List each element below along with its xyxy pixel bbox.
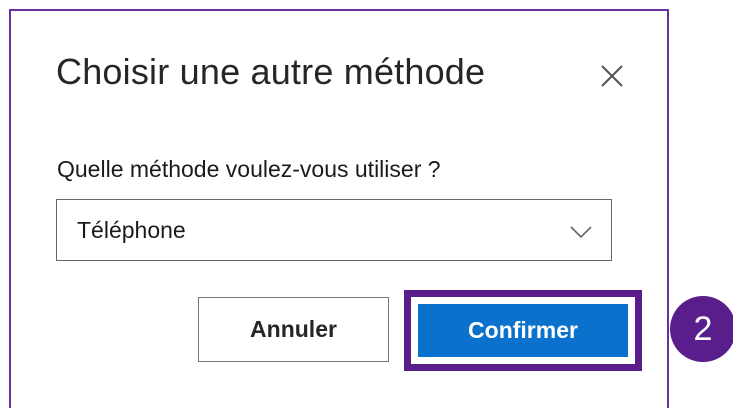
confirm-highlight-frame: Confirmer bbox=[404, 290, 642, 371]
method-question-label: Quelle méthode voulez-vous utiliser ? bbox=[57, 156, 441, 182]
method-select[interactable]: Téléphone bbox=[56, 199, 612, 261]
close-button[interactable] bbox=[597, 61, 627, 91]
dialog-title: Choisir une autre méthode bbox=[56, 51, 486, 92]
screen: Choisir une autre méthode Quelle méthode… bbox=[0, 0, 733, 408]
step-number-badge: 2 bbox=[670, 296, 733, 362]
close-icon bbox=[601, 65, 623, 87]
cancel-button[interactable]: Annuler bbox=[198, 297, 389, 362]
confirm-button[interactable]: Confirmer bbox=[418, 304, 628, 357]
method-select-value: Téléphone bbox=[77, 217, 186, 243]
chevron-down-icon bbox=[570, 226, 592, 239]
choose-method-dialog: Choisir une autre méthode Quelle méthode… bbox=[9, 9, 669, 408]
